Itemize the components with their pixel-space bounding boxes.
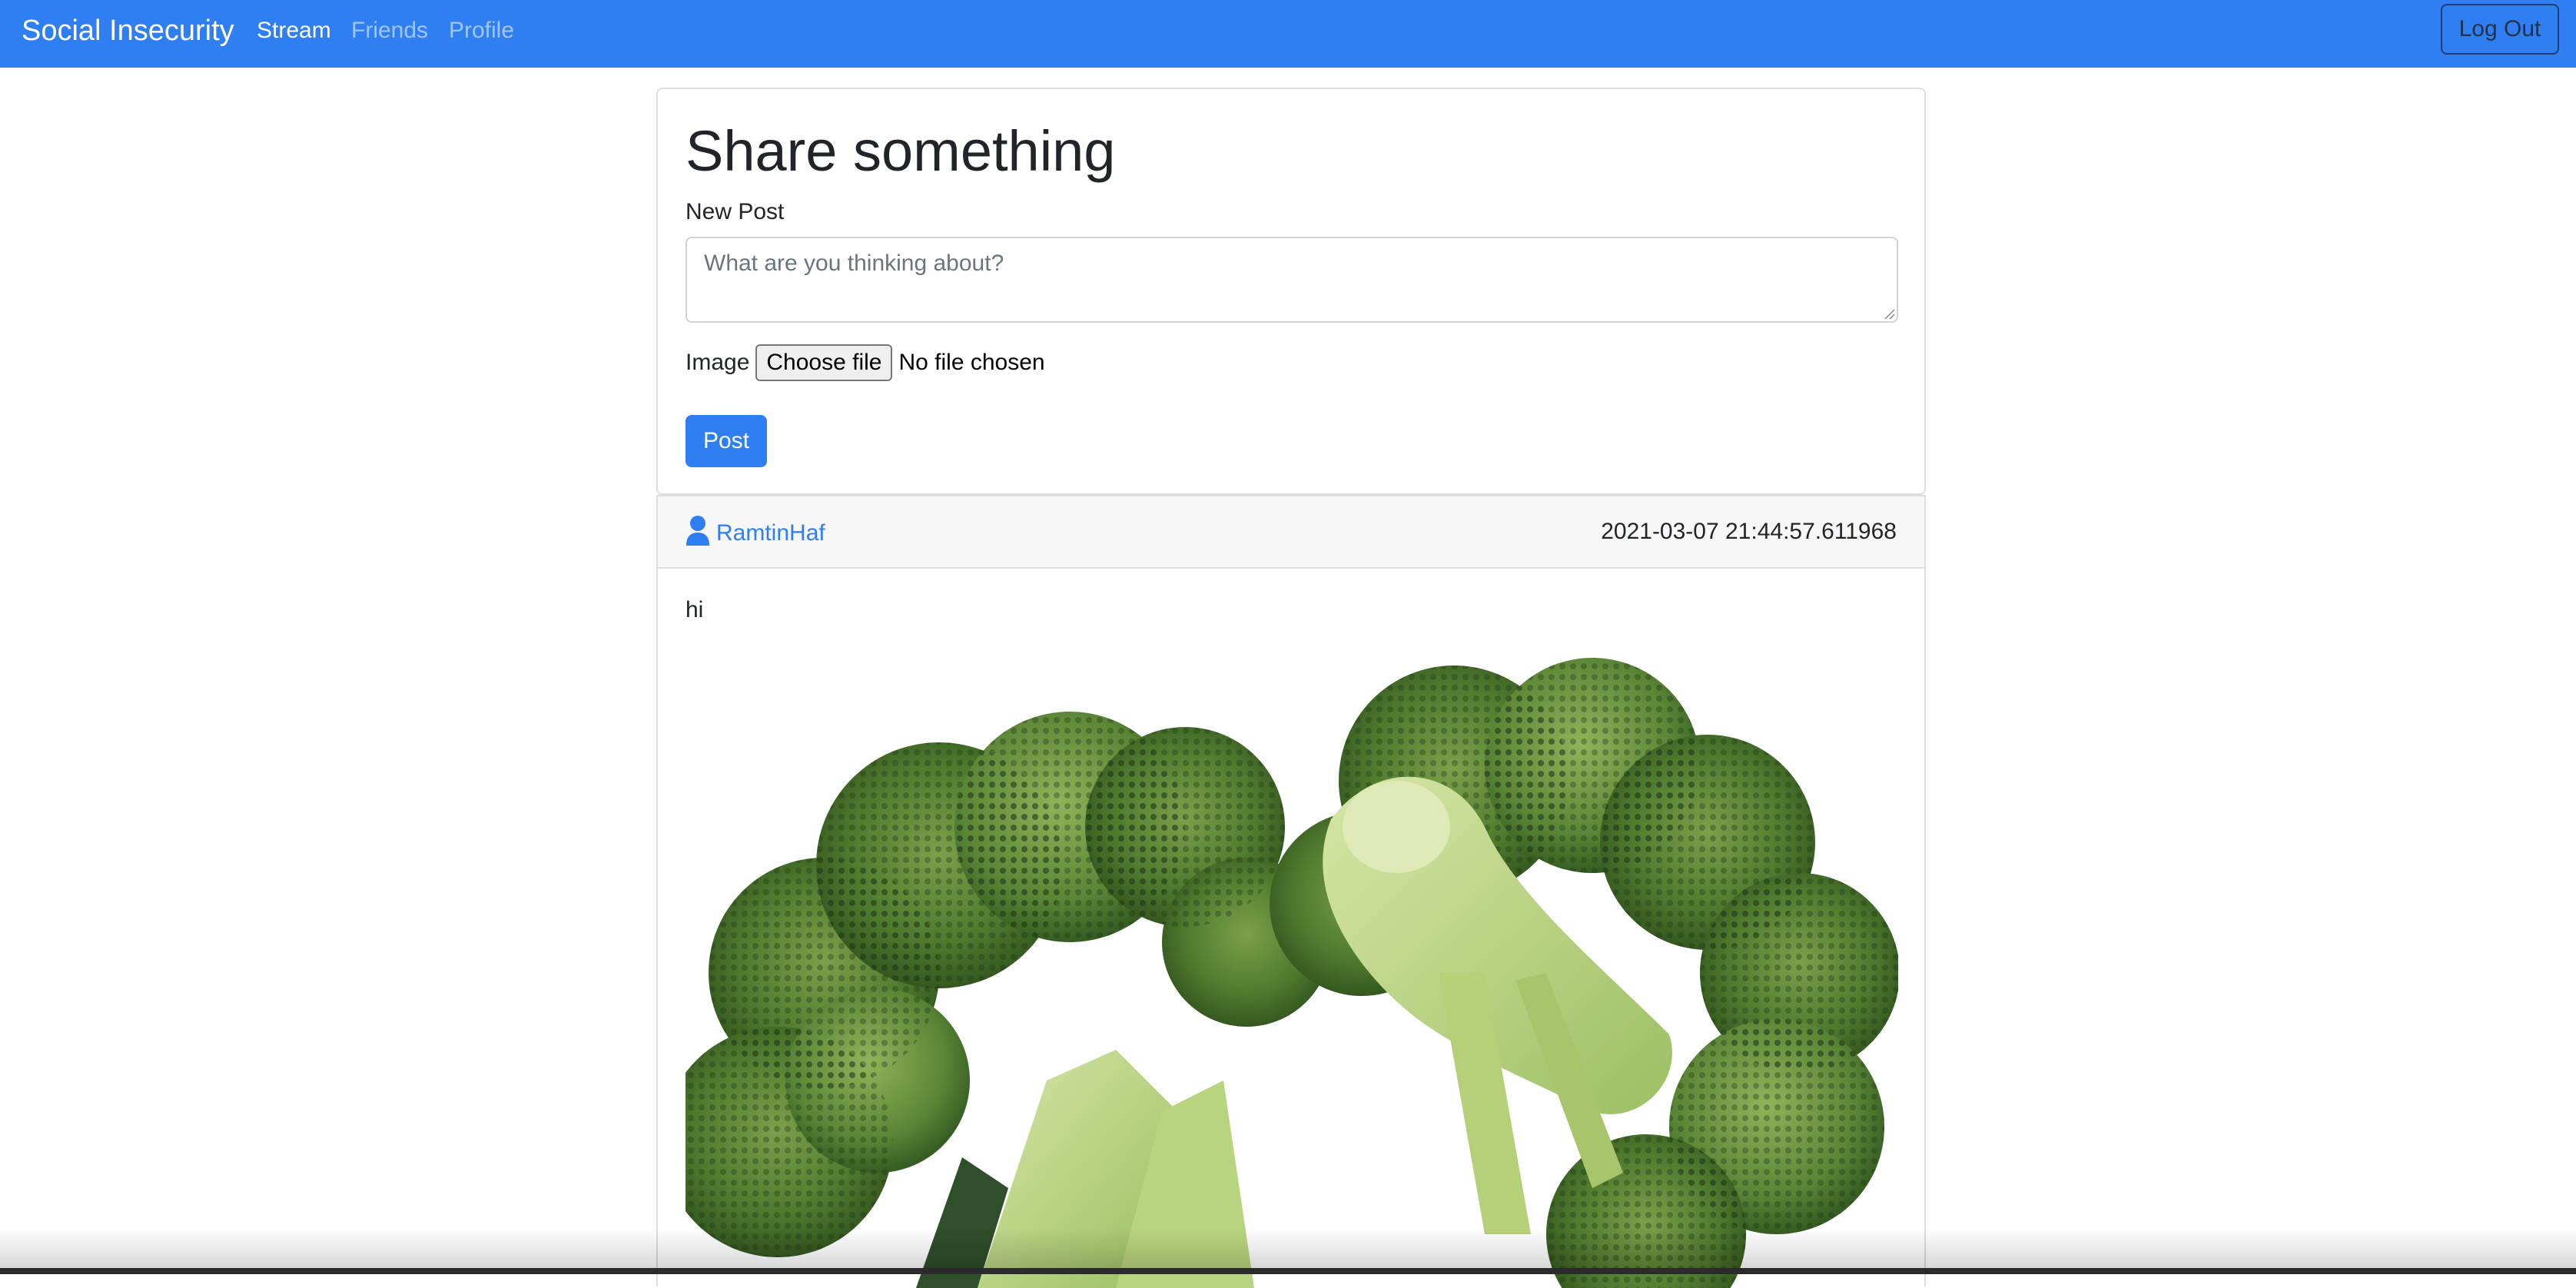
image-upload-row: Image Choose file No file chosen <box>685 343 1045 383</box>
file-status: No file chosen <box>898 350 1045 375</box>
user-icon <box>686 516 709 546</box>
post-image <box>685 650 1898 1288</box>
nav-link-profile[interactable]: Profile <box>449 17 514 45</box>
new-post-label: New Post <box>685 199 785 224</box>
image-label: Image <box>685 350 750 375</box>
new-post-textarea[interactable] <box>685 237 1898 323</box>
nav-link-friends[interactable]: Friends <box>351 17 428 45</box>
compose-card: Share something New Post Image Choose fi… <box>656 88 1926 495</box>
post-card: RamtinHaf 2021-03-07 21:44:57.611968 hi <box>656 495 1926 1288</box>
post-timestamp: 2021-03-07 21:44:57.611968 <box>1601 519 1897 544</box>
brand-link[interactable]: Social Insecurity <box>22 14 234 48</box>
broccoli-image <box>685 658 1898 1288</box>
post-text: hi <box>685 597 704 622</box>
window-bottom-edge <box>0 1268 2576 1274</box>
navbar: Social Insecurity Stream Friends Profile… <box>0 0 2576 68</box>
post-author-link[interactable]: RamtinHaf <box>716 520 825 547</box>
post-submit-button[interactable]: Post <box>685 415 767 467</box>
choose-file-button[interactable]: Choose file <box>755 344 893 381</box>
resize-handle-icon[interactable] <box>1883 307 1895 320</box>
post-header: RamtinHaf 2021-03-07 21:44:57.611968 <box>658 496 1924 569</box>
nav-link-stream[interactable]: Stream <box>257 17 331 45</box>
page-title: Share something <box>685 119 1116 183</box>
logout-button[interactable]: Log Out <box>2441 4 2559 55</box>
